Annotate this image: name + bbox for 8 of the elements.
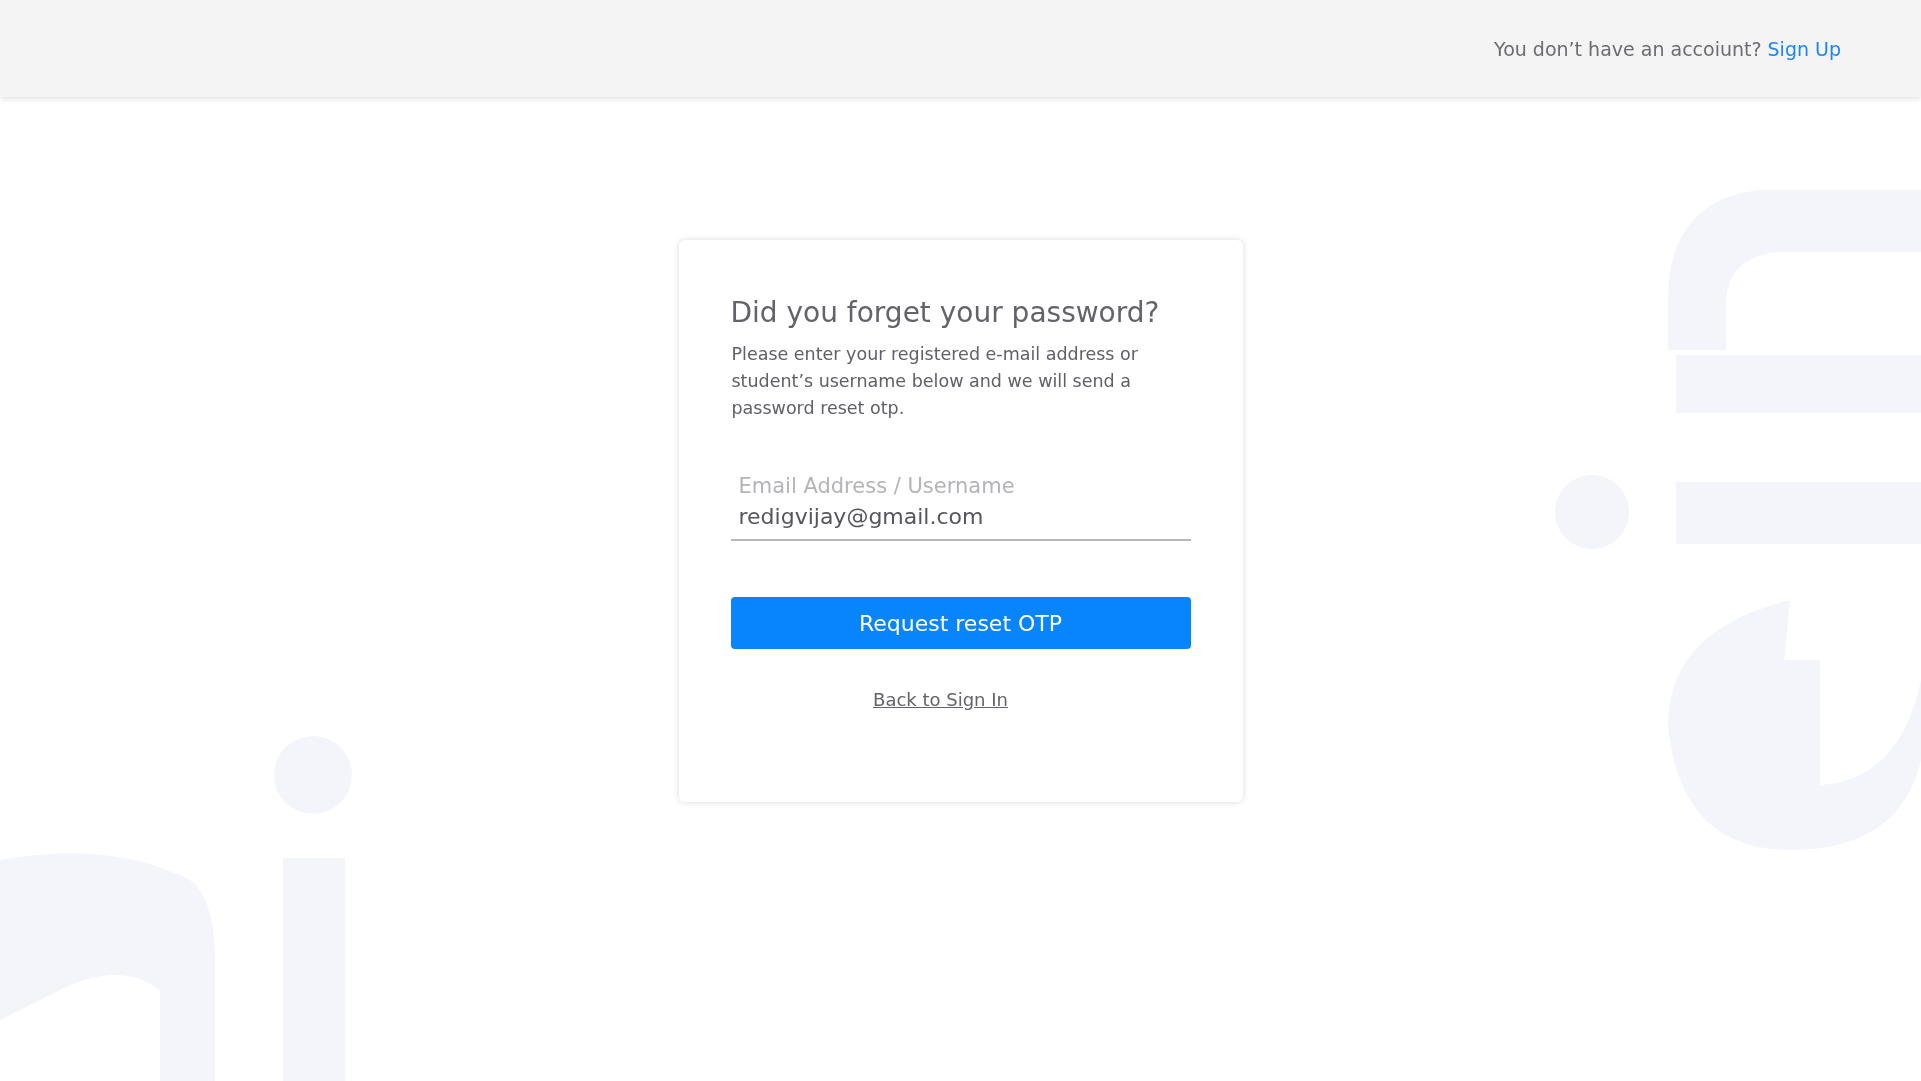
- card-title: Did you forget your password?: [730, 296, 1161, 329]
- account-prompt: You don’t have an accoiunt?: [1494, 37, 1762, 60]
- request-otp-button[interactable]: Request reset OTP: [730, 597, 1191, 649]
- sign-up-link[interactable]: Sign Up: [1767, 37, 1841, 60]
- card-description: Please enter your registered e-mail address or student’s username below and we will send a password reset otp.: [731, 343, 1139, 420]
- field-label: Email Address / Username: [738, 474, 1015, 498]
- back-to-sign-in-link[interactable]: Back to Sign In: [873, 689, 1008, 710]
- email-input[interactable]: redigvijay@gmail.com: [730, 498, 1191, 541]
